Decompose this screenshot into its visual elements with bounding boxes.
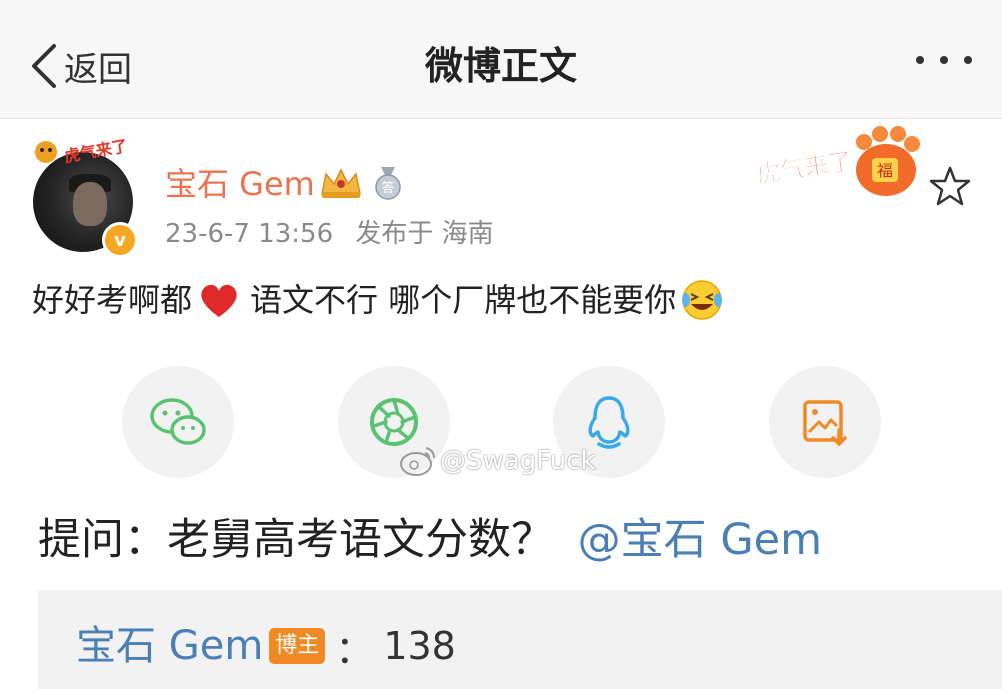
save-image-button[interactable] <box>769 366 881 478</box>
answer-row: 宝石 Gem 博主 ： 138 <box>76 618 456 674</box>
medal-badge-icon[interactable]: 答 <box>372 165 404 201</box>
post-meta: 23-6-7 13:56 发布于 海南 <box>165 214 494 254</box>
avatar[interactable]: 虎气来了 v <box>30 132 140 258</box>
svg-text:答: 答 <box>381 180 394 196</box>
post-text-part2: 语文不行 哪个厂牌也不能要你 <box>250 281 677 319</box>
avatar-frame-sticker-icon: 虎气来了 <box>35 136 129 166</box>
crown-badge-icon[interactable] <box>318 166 364 200</box>
question-body: 提问：老舅高考语文分数？ <box>38 515 554 565</box>
share-wechat-button[interactable] <box>122 366 234 478</box>
page-title: 微博正文 <box>424 44 577 88</box>
answer-box: 宝石 Gem 博主 ： 138 <box>38 590 1002 689</box>
question-text: 提问：老舅高考语文分数？ @宝石 Gem <box>38 510 822 570</box>
weibo-watermark-icon <box>400 447 435 476</box>
heart-emoji-icon <box>201 284 237 317</box>
save-image-icon <box>803 400 847 446</box>
answer-value: 138 <box>383 624 456 668</box>
post-location: 发布于 海南 <box>355 219 494 249</box>
post-author-name[interactable]: 宝石 Gem <box>165 162 315 206</box>
svg-text:虎气来了: 虎气来了 <box>755 147 854 188</box>
tiger-sticker-icon: 虎气来了 福 <box>755 126 920 196</box>
svg-text:虎气来了: 虎气来了 <box>63 136 129 166</box>
wechat-icon <box>150 398 206 445</box>
watermark-text: @SwagFuck <box>440 446 596 476</box>
post-text-part1: 好好考啊都 <box>32 281 193 319</box>
more-options-icon[interactable] <box>916 56 972 64</box>
favorite-star-icon[interactable] <box>928 164 972 208</box>
question-mention-link[interactable]: @宝石 Gem <box>578 515 822 565</box>
post-content: 好好考啊都 语文不行 哪个厂牌也不能要你 <box>32 276 724 324</box>
author-tag-badge: 博主 <box>269 628 326 664</box>
laughing-crying-emoji-icon <box>682 280 723 320</box>
svg-text:福: 福 <box>877 161 893 180</box>
verified-badge-icon: v <box>102 222 138 258</box>
answer-separator: ： <box>335 627 374 672</box>
navigation-bar: 返回 微博正文 <box>0 0 1002 119</box>
post-timestamp: 23-6-7 13:56 <box>165 219 334 249</box>
answer-author-name[interactable]: 宝石 Gem <box>76 618 263 674</box>
